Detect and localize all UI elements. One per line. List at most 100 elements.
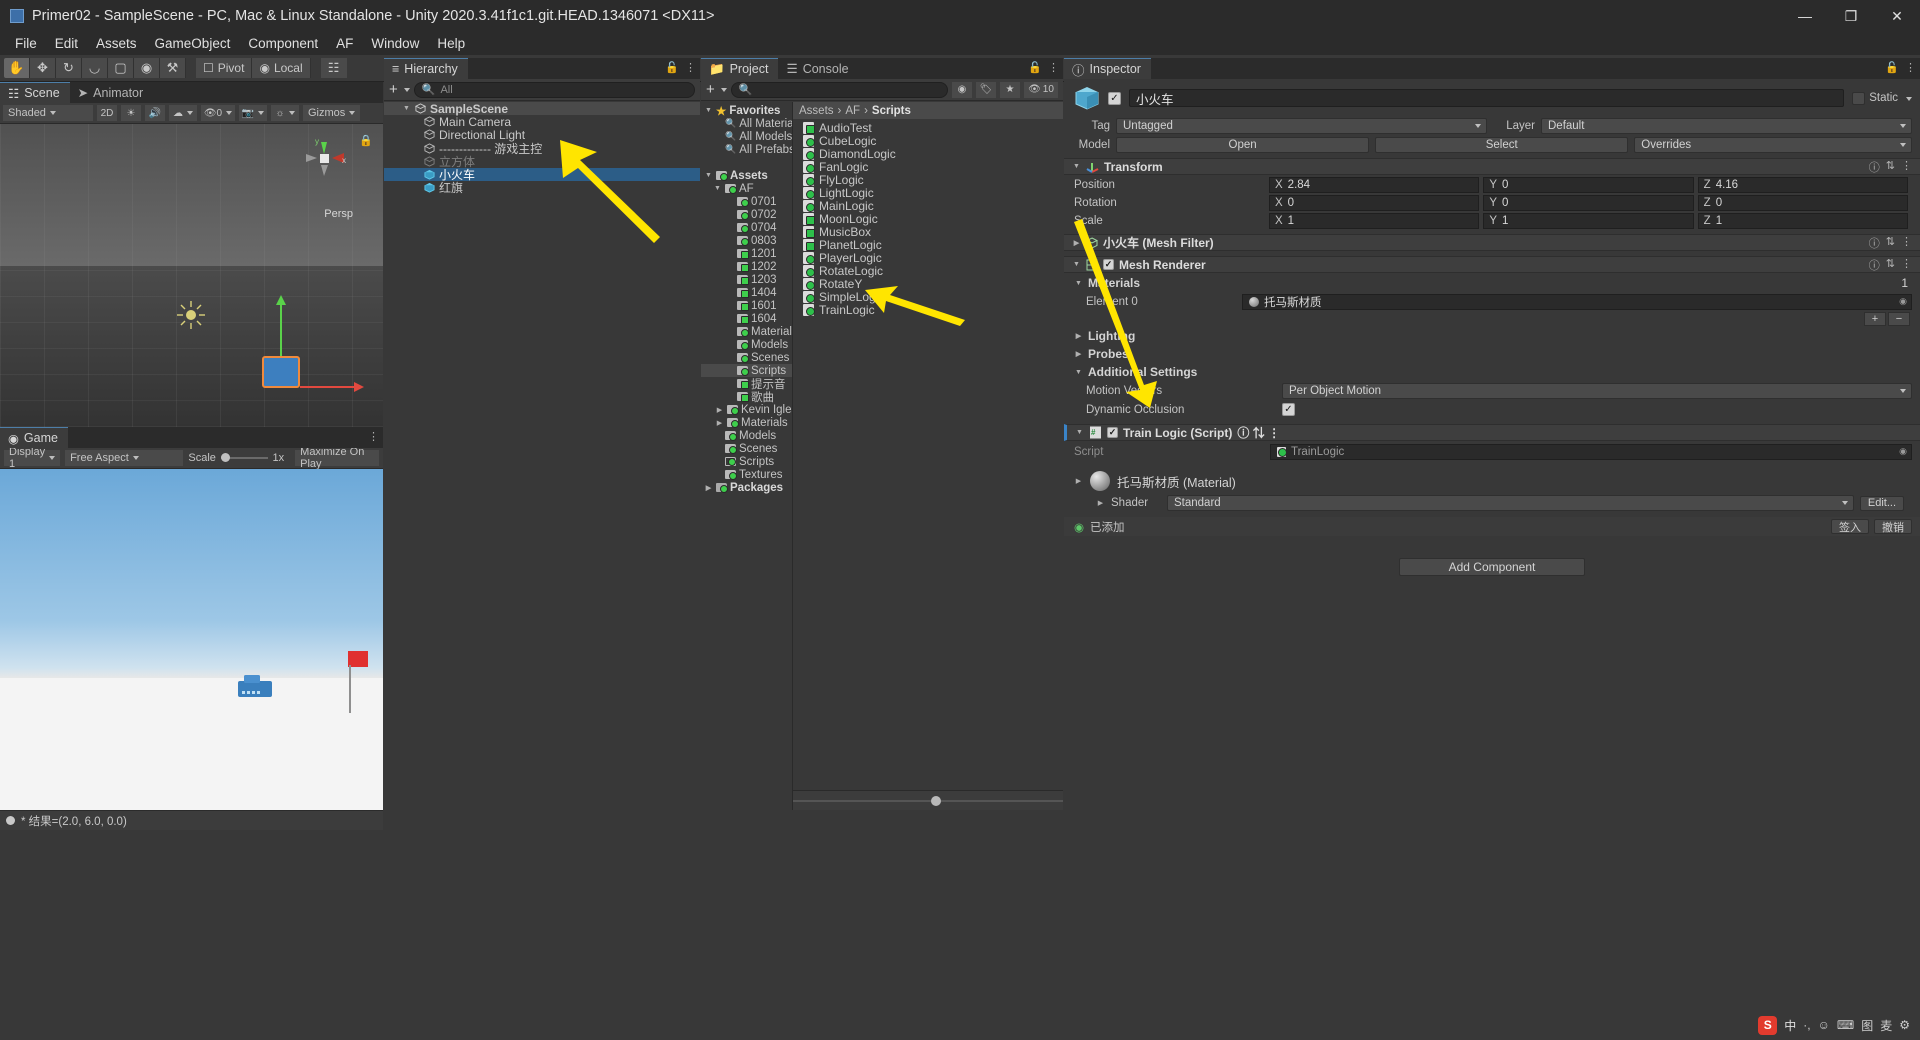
project-tree-scenes[interactable]: Scenes bbox=[701, 442, 792, 455]
breadcrumb-scripts[interactable]: Scripts bbox=[872, 105, 911, 117]
ime-mode-label[interactable]: 中 bbox=[1784, 1017, 1796, 1034]
chevron-right-icon[interactable]: ▶ bbox=[715, 406, 724, 414]
chevron-down-icon[interactable]: ▼ bbox=[1075, 429, 1084, 436]
filter-favorites-icon[interactable]: ★ bbox=[1000, 81, 1020, 98]
file-row-rotatelogic[interactable]: RotateLogic bbox=[793, 264, 1063, 278]
project-tree-materials[interactable]: ▶ Materials bbox=[701, 416, 792, 429]
file-row-simplelogic[interactable]: SimpleLogic bbox=[793, 290, 1063, 304]
project-tree-1604[interactable]: 1604 bbox=[701, 312, 792, 325]
chevron-down-icon[interactable]: ▼ bbox=[1074, 369, 1083, 376]
project-zoom-slider[interactable] bbox=[793, 790, 1063, 810]
transform-component-header[interactable]: ▼ Transform ⓘ ⇅ ⋮ bbox=[1064, 158, 1920, 175]
static-checkbox[interactable] bbox=[1852, 91, 1866, 105]
ime-emoji-icon[interactable]: ☺ bbox=[1818, 1018, 1830, 1032]
layer-dropdown[interactable]: Default bbox=[1541, 117, 1912, 134]
ime-settings-icon[interactable]: ⚙ bbox=[1899, 1018, 1910, 1032]
chevron-right-icon[interactable]: ▶ bbox=[704, 484, 713, 492]
hidden-packages-count[interactable]: 👁 10 bbox=[1024, 81, 1058, 98]
space-toggle[interactable]: ◉ Local bbox=[252, 58, 311, 78]
project-search-input[interactable]: 🔍 bbox=[730, 81, 948, 98]
add-component-button[interactable]: Add Component bbox=[1399, 558, 1585, 576]
tab-hierarchy[interactable]: ≡ Hierarchy bbox=[384, 58, 468, 79]
fx-dropdown-icon[interactable]: ☁ bbox=[169, 105, 197, 121]
directional-light-gizmo-icon[interactable] bbox=[176, 300, 206, 330]
file-row-playerlogic[interactable]: PlayerLogic bbox=[793, 251, 1063, 265]
camera-settings-icon[interactable]: 📷 bbox=[239, 105, 267, 121]
project-tree-scripts[interactable]: Scripts bbox=[701, 455, 792, 468]
file-row-diamondlogic[interactable]: DiamondLogic bbox=[793, 147, 1063, 161]
project-tree-material[interactable]: Material bbox=[701, 325, 792, 338]
display-dropdown[interactable]: Display 1 bbox=[4, 446, 61, 470]
file-row-rotatey[interactable]: RotateY bbox=[793, 277, 1063, 291]
grid-snap-icon[interactable]: ☷ bbox=[320, 58, 347, 78]
project-tree-0702[interactable]: 0702 bbox=[701, 208, 792, 221]
shader-dropdown[interactable]: Standard bbox=[1167, 495, 1854, 511]
project-tree-1601[interactable]: 1601 bbox=[701, 299, 792, 312]
shader-edit-button[interactable]: Edit... bbox=[1859, 495, 1904, 511]
project-tree-af[interactable]: ▼ AF bbox=[701, 182, 792, 195]
ime-picture-icon[interactable]: 图 bbox=[1861, 1017, 1873, 1034]
minimize-button[interactable]: — bbox=[1782, 0, 1828, 32]
help-icon[interactable]: ⓘ bbox=[1869, 159, 1880, 175]
scale-x-field[interactable]: X 1 bbox=[1269, 212, 1480, 229]
lock-icon[interactable]: 🔓 bbox=[665, 61, 679, 74]
scale-slider-knob[interactable] bbox=[220, 453, 230, 462]
sogou-ime-logo-icon[interactable]: S bbox=[1758, 1015, 1778, 1035]
chevron-down-icon[interactable]: ▼ bbox=[1072, 261, 1081, 268]
rotation-z-field[interactable]: Z 0 bbox=[1697, 194, 1908, 211]
menu-file[interactable]: File bbox=[6, 34, 46, 53]
additional-settings-section[interactable]: ▼ Additional Settings bbox=[1074, 364, 1920, 380]
hierarchy-row-game-master[interactable]: ------------- 游戏主控 bbox=[384, 142, 700, 156]
project-tree-scenes-af[interactable]: Scenes bbox=[701, 351, 792, 364]
status-console-icon[interactable] bbox=[6, 816, 15, 825]
chevron-down-icon[interactable]: ▼ bbox=[1072, 163, 1081, 170]
apply-button[interactable]: 签入 bbox=[1831, 519, 1869, 534]
project-tree-kevin-igles[interactable]: ▶ Kevin Igles bbox=[701, 403, 792, 416]
menu-af[interactable]: AF bbox=[327, 34, 362, 53]
menu-gameobject[interactable]: GameObject bbox=[146, 34, 240, 53]
preset-icon[interactable]: ⇅ bbox=[1886, 235, 1895, 251]
project-tree-hint-audio[interactable]: 提示音 bbox=[701, 377, 792, 391]
project-tree-models-af[interactable]: Models bbox=[701, 338, 792, 351]
project-tree-0704[interactable]: 0704 bbox=[701, 221, 792, 234]
prefab-icon[interactable] bbox=[1074, 85, 1100, 111]
chevron-right-icon[interactable]: ▶ bbox=[1096, 499, 1105, 507]
preset-icon[interactable]: ⇅ bbox=[1253, 426, 1265, 440]
hierarchy-row-train[interactable]: 小火车 bbox=[384, 167, 700, 182]
train-logic-component-header[interactable]: ▼ # ✓ Train Logic (Script) ⓘ ⇅ ⋮ bbox=[1064, 424, 1920, 441]
tab-animator[interactable]: ➤ Animator bbox=[69, 82, 154, 103]
project-tree-1404[interactable]: 1404 bbox=[701, 286, 792, 299]
inspector-lock-icon[interactable]: 🔓 bbox=[1885, 61, 1899, 74]
lighting-toggle-icon[interactable]: ☀ bbox=[121, 105, 141, 121]
move-tool-icon[interactable]: ✥ bbox=[30, 58, 56, 78]
maximize-button[interactable]: ❐ bbox=[1828, 0, 1874, 32]
material-preview-header[interactable]: ▶ 托马斯材质 (Material) bbox=[1074, 471, 1912, 491]
light-settings-icon[interactable]: ☼ bbox=[271, 105, 299, 121]
game-viewport[interactable] bbox=[0, 469, 383, 830]
project-tree-assets[interactable]: ▼ Assets bbox=[701, 169, 792, 182]
script-object-field[interactable]: TrainLogic bbox=[1270, 443, 1912, 460]
selected-object-outline[interactable] bbox=[262, 356, 300, 388]
chevron-right-icon[interactable]: ▶ bbox=[715, 419, 724, 427]
file-row-planetlogic[interactable]: PlanetLogic bbox=[793, 238, 1063, 252]
model-overrides-dropdown[interactable]: Overrides bbox=[1634, 136, 1912, 153]
tab-game[interactable]: ◉ Game bbox=[0, 427, 68, 448]
hierarchy-row-main-camera[interactable]: Main Camera bbox=[384, 115, 700, 129]
gizmo-x-axis[interactable] bbox=[300, 382, 364, 392]
file-row-moonlogic[interactable]: MoonLogic bbox=[793, 212, 1063, 226]
element0-object-field[interactable]: 托马斯材质 bbox=[1242, 293, 1912, 310]
project-menu-icon[interactable]: ⋮ bbox=[1048, 61, 1059, 74]
chevron-down-icon[interactable]: ▼ bbox=[713, 185, 722, 192]
project-tree-all-prefabs[interactable]: 🔍 All Prefabs bbox=[701, 143, 792, 156]
scale-z-field[interactable]: Z 1 bbox=[1697, 212, 1908, 229]
scale-slider[interactable] bbox=[220, 453, 268, 462]
rotate-tool-icon[interactable]: ↻ bbox=[56, 58, 82, 78]
ime-punctuation-icon[interactable]: ·, bbox=[1803, 1018, 1810, 1032]
scene-lock-icon[interactable]: 🔒 bbox=[359, 134, 373, 147]
scale-y-field[interactable]: Y 1 bbox=[1483, 212, 1694, 229]
project-tree-0803[interactable]: 0803 bbox=[701, 234, 792, 247]
audio-toggle-icon[interactable]: 🔊 bbox=[145, 105, 165, 121]
scene-visibility-icon[interactable]: 👁0 bbox=[201, 105, 235, 121]
probes-section[interactable]: ▶ Probes bbox=[1074, 346, 1920, 362]
menu-edit[interactable]: Edit bbox=[46, 34, 87, 53]
